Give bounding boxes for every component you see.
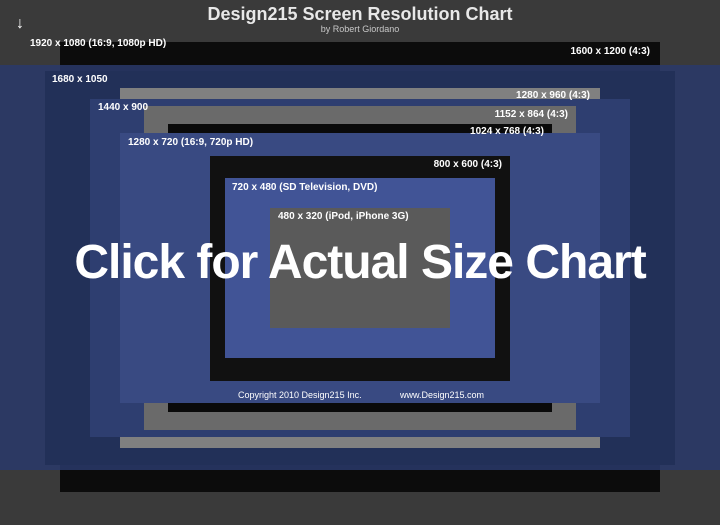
actual-size-link[interactable]: Click for Actual Size Chart	[0, 0, 720, 525]
overlay-caption: Click for Actual Size Chart	[74, 235, 645, 290]
